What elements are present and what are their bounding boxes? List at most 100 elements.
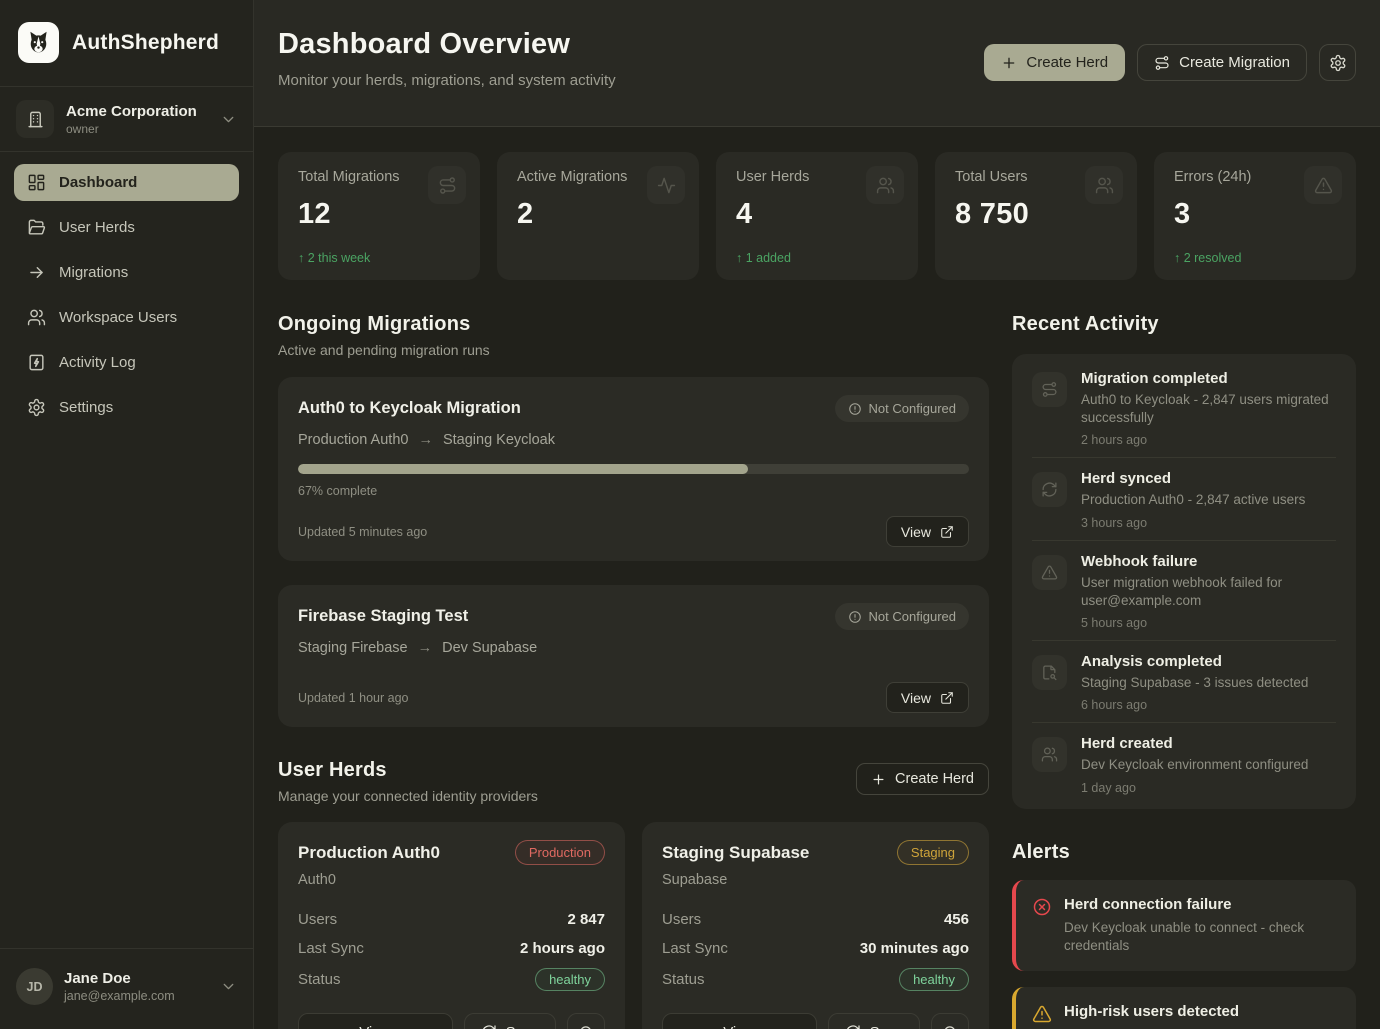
not-configured-badge: Not Configured: [835, 395, 969, 422]
user-menu[interactable]: JD Jane Doe jane@example.com: [0, 948, 253, 1029]
activity-item: Analysis completed Staging Supabase - 3 …: [1032, 641, 1336, 723]
refresh-icon: [1032, 472, 1067, 507]
view-migration-button[interactable]: View: [886, 682, 969, 713]
migration-name: Auth0 to Keycloak Migration: [298, 399, 521, 418]
status-badge: healthy: [535, 968, 605, 991]
stat-delta: ↑ 1 added: [736, 251, 898, 265]
search-icon: [942, 1024, 959, 1029]
content: Total Migrations 12 ↑ 2 this week Active…: [254, 127, 1380, 1029]
progress-bar: [298, 464, 969, 474]
herd-status-row: Status healthy: [298, 963, 605, 996]
sync-herd-button[interactable]: Sync: [828, 1013, 920, 1029]
activity-item: Herd created Dev Keycloak environment co…: [1032, 723, 1336, 804]
sidebar-item-activity-log[interactable]: Activity Log: [14, 344, 239, 381]
create-herd-section-button[interactable]: Create Herd: [856, 763, 989, 795]
migration-route: Production Auth0 → Staging Keycloak: [298, 432, 969, 448]
view-herd-button[interactable]: View: [298, 1013, 453, 1029]
herd-name: Staging Supabase: [662, 843, 809, 863]
migration-card: Auth0 to Keycloak Migration Not Configur…: [278, 377, 989, 561]
gear-icon: [27, 398, 46, 417]
sidebar-item-migrations[interactable]: Migrations: [14, 254, 239, 291]
page-subtitle: Monitor your herds, migrations, and syst…: [278, 72, 616, 89]
sidebar-item-label: Dashboard: [59, 174, 137, 191]
app-name: AuthShepherd: [72, 31, 219, 55]
dog-logo-icon: [18, 22, 59, 63]
users-icon: [27, 308, 46, 327]
user-herds-title: User Herds: [278, 759, 538, 782]
herd-last-sync-row: Last Sync30 minutes ago: [662, 934, 969, 963]
avatar: JD: [16, 968, 53, 1005]
alert-herd-connection-failure: Herd connection failure Dev Keycloak una…: [1012, 880, 1356, 972]
activity-panel: Migration completed Auth0 to Keycloak - …: [1012, 354, 1356, 809]
alert-triangle-icon: [1032, 1004, 1052, 1024]
org-role: owner: [66, 122, 208, 136]
not-configured-badge: Not Configured: [835, 603, 969, 630]
progress-label: 67% complete: [298, 484, 969, 498]
sidebar-item-workspace-users[interactable]: Workspace Users: [14, 299, 239, 336]
herd-users-row: Users2 847: [298, 905, 605, 934]
right-rail: Recent Activity Migration completed Auth…: [1012, 313, 1356, 1029]
building-icon: [16, 100, 54, 138]
recent-activity-title: Recent Activity: [1012, 313, 1356, 336]
herd-provider: Supabase: [662, 872, 969, 888]
updated-timestamp: Updated 5 minutes ago: [298, 525, 427, 539]
app-logo: AuthShepherd: [0, 0, 253, 86]
create-herd-button[interactable]: Create Herd: [984, 44, 1125, 81]
org-switcher[interactable]: Acme Corporation owner: [0, 86, 253, 152]
herd-last-sync-row: Last Sync2 hours ago: [298, 934, 605, 963]
progress-fill: [298, 464, 748, 474]
file-zap-icon: [27, 353, 46, 372]
stat-card-total-migrations: Total Migrations 12 ↑ 2 this week: [278, 152, 480, 280]
env-badge: Production: [515, 840, 605, 865]
stat-card-errors: Errors (24h) 3 ↑ 2 resolved: [1154, 152, 1356, 280]
alerts-title: Alerts: [1012, 841, 1356, 864]
activity-item: Migration completed Auth0 to Keycloak - …: [1032, 358, 1336, 458]
herd-name: Production Auth0: [298, 843, 440, 863]
route-icon: [428, 166, 466, 204]
inspect-herd-button[interactable]: [567, 1013, 605, 1029]
sync-herd-button[interactable]: Sync: [464, 1013, 556, 1029]
herd-card-staging-supabase: Staging Supabase Staging Supabase Users4…: [642, 822, 989, 1029]
stat-delta: ↑ 2 this week: [298, 251, 460, 265]
sidebar-item-user-herds[interactable]: User Herds: [14, 209, 239, 246]
status-badge: healthy: [899, 968, 969, 991]
alert-triangle-icon: [1032, 555, 1067, 590]
info-circle-icon: [848, 402, 862, 416]
users-icon: [1085, 166, 1123, 204]
ongoing-migrations-title: Ongoing Migrations: [278, 313, 989, 336]
view-herd-button[interactable]: View: [662, 1013, 817, 1029]
settings-button[interactable]: [1319, 44, 1356, 81]
page-title: Dashboard Overview: [278, 28, 616, 61]
external-link-icon: [940, 525, 954, 539]
activity-item: Herd synced Production Auth0 - 2,847 act…: [1032, 458, 1336, 540]
route-icon: [1154, 55, 1170, 71]
refresh-icon: [845, 1024, 861, 1029]
ongoing-migrations-subtitle: Active and pending migration runs: [278, 342, 989, 358]
arrow-right-icon: [27, 263, 46, 282]
x-circle-icon: [1032, 897, 1052, 917]
sidebar: AuthShepherd Acme Corporation owner: [0, 0, 254, 1029]
chevron-down-icon: [220, 111, 237, 128]
stat-delta: ↑ 2 resolved: [1174, 251, 1336, 265]
users-icon: [1032, 737, 1067, 772]
sidebar-item-label: User Herds: [59, 219, 135, 236]
stat-card-user-herds: User Herds 4 ↑ 1 added: [716, 152, 918, 280]
inspect-herd-button[interactable]: [931, 1013, 969, 1029]
sidebar-item-dashboard[interactable]: Dashboard: [14, 164, 239, 201]
create-migration-button[interactable]: Create Migration: [1137, 44, 1307, 81]
main-area: Dashboard Overview Monitor your herds, m…: [254, 0, 1380, 1029]
activity-item: Webhook failure User migration webhook f…: [1032, 541, 1336, 641]
user-herds-subtitle: Manage your connected identity providers: [278, 788, 538, 804]
chevron-down-icon: [220, 978, 237, 995]
plus-icon: [871, 772, 886, 787]
env-badge: Staging: [897, 840, 969, 865]
view-migration-button[interactable]: View: [886, 516, 969, 547]
sidebar-item-label: Workspace Users: [59, 309, 177, 326]
users-icon: [866, 166, 904, 204]
sidebar-nav: Dashboard User Herds Migrations: [0, 152, 253, 438]
gear-icon: [1329, 54, 1347, 72]
app-root: AuthShepherd Acme Corporation owner: [0, 0, 1380, 1029]
main-column: Ongoing Migrations Active and pending mi…: [278, 313, 989, 1029]
sidebar-item-settings[interactable]: Settings: [14, 389, 239, 426]
updated-timestamp: Updated 1 hour ago: [298, 691, 409, 705]
